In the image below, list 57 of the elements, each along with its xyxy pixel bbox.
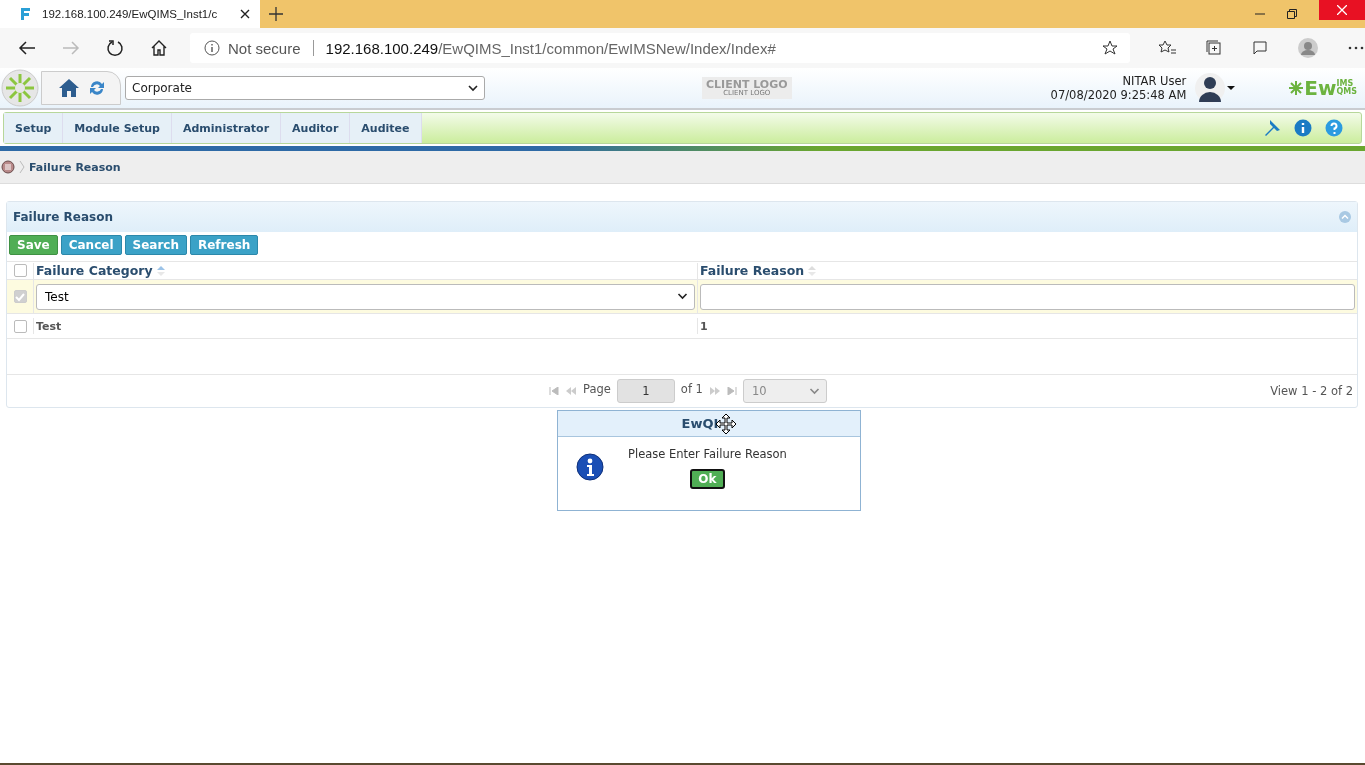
star-icon[interactable]: [1102, 40, 1118, 56]
address-field[interactable]: Not secure 192.168.100.249/EwQIMS_Inst1/common/EwIMSNew/Index/Index#: [190, 33, 1130, 63]
record-count: View 1 - 2 of 2: [1270, 384, 1353, 398]
chevron-icon: [19, 160, 25, 174]
menu-tab[interactable]: Setup: [4, 113, 64, 143]
user-name: NITAR User: [1122, 74, 1187, 88]
client-logo-text: CLIENT LOGO: [706, 79, 788, 90]
dialog-title: EwQI: [681, 416, 719, 431]
location-select[interactable]: Corporate: [125, 76, 485, 100]
info-icon[interactable]: [204, 40, 220, 56]
chevron-icon: [808, 387, 820, 395]
security-label: Not secure: [228, 39, 301, 57]
table-cell: 1: [700, 319, 708, 333]
close-icon: [1337, 5, 1347, 15]
page-label: Page: [583, 382, 611, 396]
date-time: 07/08/2020 9:25:48 AM: [1050, 88, 1187, 102]
more-icon[interactable]: [1348, 46, 1364, 50]
checkbox[interactable]: [13, 290, 27, 303]
move-cursor-icon: [716, 413, 737, 434]
url-text: 192.168.100.249/EwQIMS_Inst1/common/EwIMSNew/Index/Index#: [325, 39, 776, 57]
column-header[interactable]: Failure Reason: [700, 263, 805, 278]
page-count: of 1: [680, 382, 703, 396]
tab-title: 192.168.100.249/EwQIMS_Inst1/c: [42, 8, 219, 20]
home-icon[interactable]: [150, 39, 168, 57]
menu-tab[interactable]: Administrator: [172, 113, 282, 143]
checkbox[interactable]: [13, 319, 27, 333]
panel-title: Failure Reason: [13, 210, 113, 224]
collections-icon[interactable]: [1206, 40, 1222, 56]
info-icon[interactable]: [1294, 119, 1312, 137]
page-number-field[interactable]: 1: [616, 379, 675, 403]
plus-icon[interactable]: [269, 7, 283, 21]
table-cell: Test: [36, 319, 62, 333]
chevron-icon: [677, 293, 688, 300]
menu-tab[interactable]: Module Setup: [63, 113, 172, 143]
window-close-button[interactable]: [1319, 0, 1365, 20]
back-icon[interactable]: [18, 40, 36, 56]
category-select[interactable]: Test: [36, 283, 695, 310]
favorites-icon[interactable]: [1158, 40, 1176, 56]
column-header[interactable]: Failure Category: [36, 263, 153, 278]
dialog-message: Please Enter Failure Reason: [628, 447, 787, 461]
reason-input-field[interactable]: [700, 283, 1355, 310]
checkbox[interactable]: [13, 264, 27, 277]
browser-tab[interactable]: 192.168.100.249/EwQIMS_Inst1/c: [0, 0, 260, 28]
menu-tab[interactable]: Auditor: [281, 113, 351, 143]
help-icon[interactable]: [1325, 119, 1343, 137]
profile-icon[interactable]: [1298, 38, 1318, 58]
info-icon: [576, 453, 604, 481]
pin-icon[interactable]: [1263, 119, 1281, 137]
reload-icon[interactable]: [106, 39, 124, 57]
close-icon[interactable]: [240, 9, 250, 19]
feedback-icon[interactable]: [1252, 40, 1268, 56]
home-icon[interactable]: [58, 78, 80, 98]
refresh-icon[interactable]: [88, 79, 106, 97]
chevron-icon: [468, 84, 478, 92]
breadcrumb-item[interactable]: Failure Reason: [29, 160, 121, 174]
restore-icon[interactable]: [1287, 9, 1297, 19]
menu-tab[interactable]: Auditee: [350, 113, 422, 143]
